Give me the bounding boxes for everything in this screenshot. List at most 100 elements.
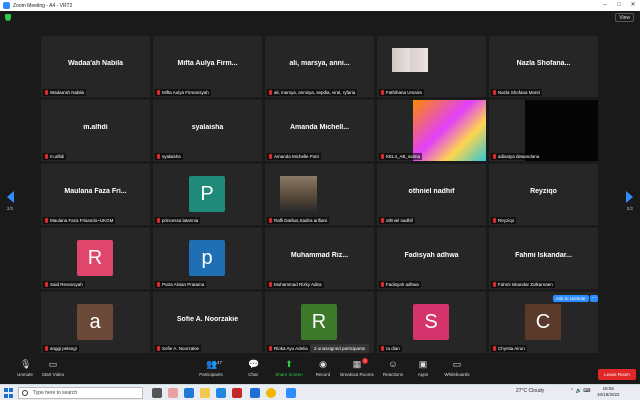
participant-tile[interactable]: Pprincessa latannia (153, 164, 262, 225)
file-explorer-icon[interactable] (200, 388, 210, 398)
next-page-arrow-icon[interactable] (626, 191, 633, 203)
muted-microphone-icon (157, 346, 160, 351)
participant-display-name: ali, marsya, anni... (289, 60, 350, 67)
start-video-label: Start Video (41, 372, 65, 377)
participant-tile[interactable]: adisatya dewandana (489, 100, 598, 161)
security-shield-icon[interactable] (5, 14, 11, 21)
caption-text: ra dian (386, 346, 400, 351)
caption-text: Said Revansyah (50, 282, 83, 287)
participant-name-caption: Mifta Aulya Firmansyah (155, 89, 211, 96)
close-icon[interactable]: ✕ (626, 0, 640, 11)
caption-text: princessa latannia (162, 218, 199, 223)
ask-to-unmute-button[interactable]: Ask to Unmute (553, 295, 589, 302)
muted-microphone-icon (269, 218, 272, 223)
start-video-button[interactable]: ▭ Start Video (28, 359, 78, 377)
taskbar-search-box[interactable]: Type here to search (18, 387, 143, 399)
unassigned-participants-tooltip: 3 unassigned participants (310, 344, 370, 353)
participant-avatar: S (413, 304, 449, 340)
participant-avatar: R (301, 304, 337, 340)
whiteboards-button[interactable]: ▭ Whiteboards (432, 359, 482, 377)
participant-tile[interactable]: m.alfidi m.alfidi (41, 100, 150, 161)
participant-name-caption: adisatya dewandana (491, 153, 542, 160)
muted-microphone-icon (157, 90, 160, 95)
participant-tile[interactable]: a anggi pelangi (41, 292, 150, 353)
muted-microphone-icon (45, 90, 48, 95)
dark-camera-image (525, 100, 598, 161)
participant-tile[interactable]: ali, marsya, anni... ali, marsya, annisya… (265, 36, 374, 97)
caption-text: othniel nadhif (386, 218, 413, 223)
participant-tile[interactable]: Fahmi Iskandar... Fahmi Iskandar Zulkarna… (489, 228, 598, 289)
muted-microphone-icon (493, 282, 496, 287)
participant-display-name: Fadisyah adhwa (404, 252, 459, 259)
participant-tile[interactable]: Wadaa'ah Nabila Wadaa'ah Nabila (41, 36, 150, 97)
participant-avatar: p (189, 240, 225, 276)
participant-tile[interactable]: KEL4_AB_salma (377, 100, 486, 161)
muted-microphone-icon (381, 346, 384, 351)
minimize-icon[interactable]: – (598, 0, 612, 11)
participant-name-caption: Said Revansyah (43, 281, 85, 288)
prev-page-arrow-icon[interactable] (7, 191, 14, 203)
participant-tile[interactable]: Sofie A. Noorzakie Sofie A. Noorzakie (153, 292, 262, 353)
participant-tile[interactable]: Muhammad Riz... Muhammad Rizky Adira (265, 228, 374, 289)
participant-name-caption: Chyntia Airun (491, 345, 527, 352)
task-view-icon[interactable] (152, 388, 162, 398)
participant-avatar: P (189, 176, 225, 212)
participant-tile[interactable]: othniel nadhif othniel nadhif (377, 164, 486, 225)
app-icon[interactable] (168, 388, 178, 398)
muted-microphone-icon (269, 154, 272, 159)
windows-taskbar: Type here to search 27°C Cloudy ⌃ 🔊 ⌨ 18… (0, 384, 640, 400)
participant-display-name: Muhammad Riz... (290, 252, 349, 259)
muted-microphone-icon (45, 346, 48, 351)
zoom-taskbar-icon[interactable] (286, 388, 296, 398)
participant-tile[interactable]: Fadisyah adhwa Fadisyah adhwa (377, 228, 486, 289)
muted-microphone-icon (381, 154, 384, 159)
participant-tile[interactable]: Maulana Faza Fri... Maulana Faza Frisando… (41, 164, 150, 225)
gallery-grid: Wadaa'ah Nabila Wadaa'ah Nabila Mifta Auly… (41, 36, 598, 356)
muted-microphone-icon (269, 346, 272, 351)
windows-start-icon[interactable] (4, 388, 14, 398)
participant-tile[interactable]: Amanda Michell... Amanda Michelle Putri (265, 100, 374, 161)
participant-tile[interactable]: syalaisha syalaisha (153, 100, 262, 161)
more-options-button[interactable]: ... (590, 295, 598, 302)
participant-tile[interactable]: p Putra Alvian Pratama (153, 228, 262, 289)
system-tray-icons[interactable]: ⌃ 🔊 ⌨ (570, 388, 590, 394)
muted-microphone-icon (157, 282, 160, 287)
participant-tile[interactable]: Reyziqo Reyziqo (489, 164, 598, 225)
participant-name-caption: Fathihana Umaira (379, 89, 424, 96)
participant-name-caption: Amanda Michelle Putri (267, 153, 322, 160)
apps-label: Apps (417, 372, 429, 377)
maximize-icon[interactable]: □ (612, 0, 626, 11)
participant-name-caption: Putra Alvian Pratama (155, 281, 207, 288)
caption-text: Fathihana Umaira (386, 90, 422, 95)
participant-tile[interactable]: Fathihana Umaira (377, 36, 486, 97)
participant-display-name: Fahmi Iskandar... (515, 252, 572, 259)
view-button[interactable]: View (615, 13, 634, 22)
weather-widget[interactable]: 27°C Cloudy (516, 388, 544, 394)
caption-text: Wadaa'ah Nabila (50, 90, 84, 95)
zoom-window: Zoom Meeting - A4 - VRT2 – □ ✕ View 2/2 … (0, 0, 640, 400)
leave-room-button[interactable]: Leave Room (598, 369, 636, 380)
participant-display-name: Sofie A. Noorzakie (176, 316, 239, 323)
search-icon (22, 390, 28, 396)
office-icon[interactable] (232, 388, 242, 398)
participant-name-caption: Rafli Darlius,Sadira arifiani (267, 217, 330, 224)
participant-tile[interactable]: Sra dian (377, 292, 486, 353)
video-off-icon: ▭ (48, 359, 58, 369)
chrome-icon[interactable] (266, 388, 276, 398)
microsoft-store-icon[interactable] (216, 388, 226, 398)
clock[interactable]: 18:55 10/18/2022 (597, 386, 620, 398)
participant-name-caption: anggi pelangi (43, 345, 79, 352)
participant-tile[interactable]: Rafli Darlius,Sadira arifiani (265, 164, 374, 225)
word-icon[interactable] (250, 388, 260, 398)
participant-display-name: syalaisha (191, 124, 224, 131)
participant-display-name: Nazla Shofana... (516, 60, 571, 67)
edge-browser-icon[interactable] (184, 388, 194, 398)
muted-microphone-icon (45, 154, 48, 159)
meeting-toolbar: 🎙 Unmute ▭ Start Video 👥 Participants 47… (0, 356, 640, 384)
muted-microphone-icon (381, 218, 384, 223)
participant-tile[interactable]: Nazla Shofana... Nazla Shofana Monri (489, 36, 598, 97)
caption-text: Fadisyah adhwa (386, 282, 419, 287)
caption-text: adisatya dewandana (498, 154, 540, 159)
participant-tile[interactable]: R Said Revansyah (41, 228, 150, 289)
participant-tile[interactable]: Mifta Aulya Firm... Mifta Aulya Firmansya… (153, 36, 262, 97)
